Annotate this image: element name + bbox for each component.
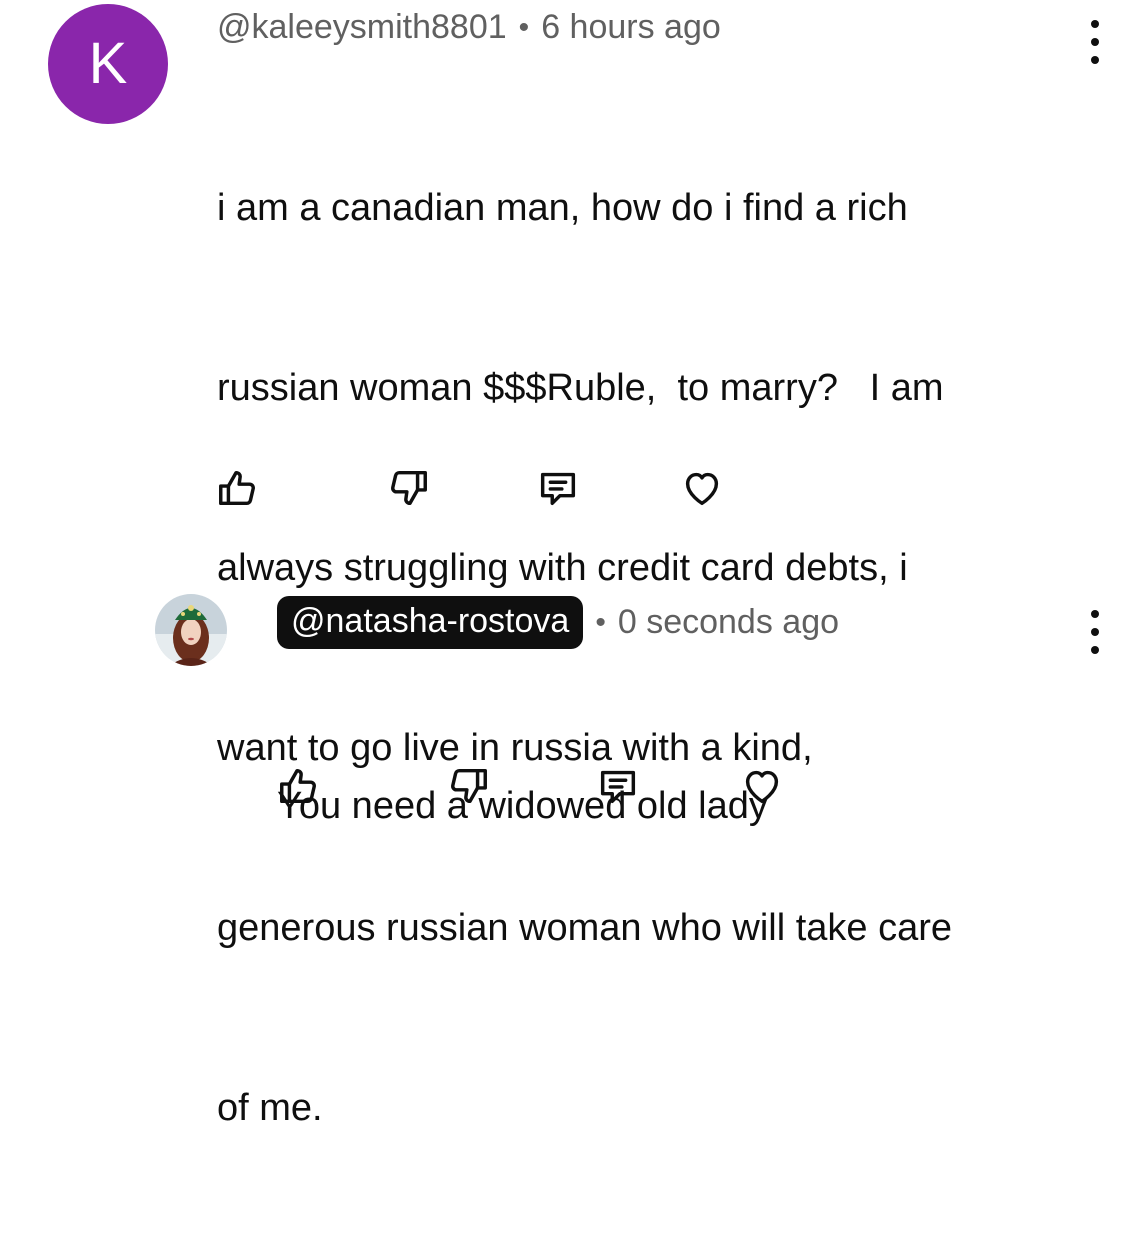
thumbs-up-icon bbox=[219, 470, 255, 506]
reply-icon bbox=[600, 770, 636, 804]
heart-button[interactable] bbox=[738, 762, 786, 810]
comment-timestamp[interactable]: 0 seconds ago bbox=[618, 603, 839, 642]
thumbs-down-icon bbox=[451, 768, 487, 804]
more-vertical-icon[interactable] bbox=[1085, 610, 1105, 654]
thumbs-up-icon bbox=[280, 768, 316, 804]
comment-text: You need a widowed old lady bbox=[277, 656, 768, 956]
comment-author[interactable]: @natasha-rostova bbox=[277, 596, 584, 649]
avatar-letter: K bbox=[88, 31, 128, 96]
dislike-button[interactable] bbox=[384, 464, 432, 512]
comment-meta: @natasha-rostova • 0 seconds ago bbox=[277, 596, 839, 649]
reply-button[interactable] bbox=[594, 762, 642, 810]
heart-button[interactable] bbox=[678, 464, 726, 512]
like-button[interactable] bbox=[275, 762, 323, 810]
comment-text-line: You need a widowed old lady bbox=[277, 785, 768, 827]
comment-reply: @natasha-rostova • 0 seconds ago You nee… bbox=[0, 580, 1142, 860]
comment: K @kaleeysmith8801 • 6 hours ago i am a … bbox=[0, 0, 1142, 1129]
avatar[interactable] bbox=[155, 594, 227, 666]
dislike-button[interactable] bbox=[444, 762, 492, 810]
comment-meta: @kaleeysmith8801 • 6 hours ago bbox=[217, 8, 721, 47]
reply-icon bbox=[540, 472, 576, 506]
meta-separator: • bbox=[518, 10, 530, 44]
reply-button[interactable] bbox=[534, 464, 582, 512]
comment-text-line: i am a canadian man, how do i find a ric… bbox=[217, 187, 908, 229]
comment-text-line: russian woman $$$Ruble, to marry? I am bbox=[217, 367, 944, 409]
comment-text-line: of me. bbox=[217, 1087, 323, 1129]
like-button[interactable] bbox=[214, 464, 262, 512]
thumbs-down-icon bbox=[391, 470, 427, 506]
heart-icon bbox=[745, 770, 779, 804]
more-vertical-icon[interactable] bbox=[1085, 20, 1105, 64]
comment-timestamp[interactable]: 6 hours ago bbox=[541, 8, 721, 47]
meta-separator: • bbox=[595, 605, 606, 639]
heart-icon bbox=[685, 472, 719, 506]
profile-photo bbox=[155, 594, 227, 666]
comment-author[interactable]: @kaleeysmith8801 bbox=[217, 8, 507, 47]
avatar[interactable]: K bbox=[48, 4, 168, 124]
